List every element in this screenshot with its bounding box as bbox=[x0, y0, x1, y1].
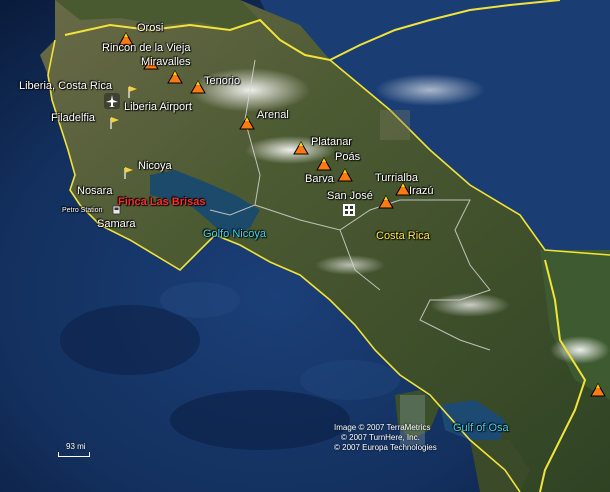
volcano-icon[interactable] bbox=[378, 195, 394, 209]
yellow-pushpin-icon[interactable] bbox=[126, 84, 138, 98]
credit-europa: © 2007 Europa Technologies bbox=[334, 443, 437, 452]
credit-turnhere: © 2007 TurnHere, Inc. bbox=[341, 433, 420, 442]
scale-bar bbox=[58, 452, 90, 457]
label-barva[interactable]: Barva bbox=[305, 173, 334, 185]
label-miravalles[interactable]: Miravalles bbox=[141, 56, 191, 68]
yellow-pushpin-icon[interactable] bbox=[108, 115, 120, 129]
map-viewport[interactable]: Orosi Rincon de la Vieja Miravalles Teno… bbox=[0, 0, 610, 492]
label-platanar[interactable]: Platanar bbox=[311, 136, 352, 148]
volcano-icon[interactable] bbox=[590, 383, 606, 397]
label-golfo-nicoya[interactable]: Golfo Nicoya bbox=[203, 228, 266, 240]
label-filadelfia[interactable]: Filadelfia bbox=[51, 112, 95, 124]
label-nosara[interactable]: Nosara bbox=[77, 185, 112, 197]
label-orosi[interactable]: Orosi bbox=[137, 22, 163, 34]
volcano-icon[interactable] bbox=[293, 141, 309, 155]
label-samara[interactable]: Samara bbox=[97, 218, 136, 230]
label-irazu[interactable]: Irazú bbox=[409, 185, 433, 197]
city-icon[interactable] bbox=[343, 204, 355, 216]
credit-terrametrics: Image © 2007 TerraMetrics bbox=[334, 423, 431, 432]
label-poas[interactable]: Poás bbox=[335, 151, 360, 163]
label-nicoya[interactable]: Nicoya bbox=[138, 160, 172, 172]
scale-label: 93 mi bbox=[66, 442, 86, 451]
label-finca-las-brisas[interactable]: Finca Las Brisas bbox=[118, 196, 205, 208]
label-liberia-costa-rica[interactable]: Liberia, Costa Rica bbox=[19, 80, 112, 92]
label-gulf-of-osa[interactable]: Gulf of Osa bbox=[453, 422, 509, 434]
volcano-icon[interactable] bbox=[337, 168, 353, 182]
volcano-icon[interactable] bbox=[167, 70, 183, 84]
label-rincon-de-la-vieja[interactable]: Rincon de la Vieja bbox=[102, 42, 190, 54]
label-san-jose[interactable]: San José bbox=[327, 190, 373, 202]
airport-icon[interactable] bbox=[104, 93, 120, 109]
volcano-icon[interactable] bbox=[239, 116, 255, 130]
label-costa-rica[interactable]: Costa Rica bbox=[376, 230, 430, 242]
label-arenal[interactable]: Arenal bbox=[257, 109, 289, 121]
satellite-terrain bbox=[0, 0, 610, 492]
label-petro-station[interactable]: Petro Station bbox=[62, 207, 102, 214]
label-liberia-airport[interactable]: Liberia Airport bbox=[124, 101, 192, 113]
label-turrialba[interactable]: Turrialba bbox=[375, 172, 418, 184]
volcano-icon[interactable] bbox=[316, 157, 332, 171]
label-tenorio[interactable]: Tenorio bbox=[204, 75, 240, 87]
yellow-pushpin-icon[interactable] bbox=[122, 165, 134, 179]
